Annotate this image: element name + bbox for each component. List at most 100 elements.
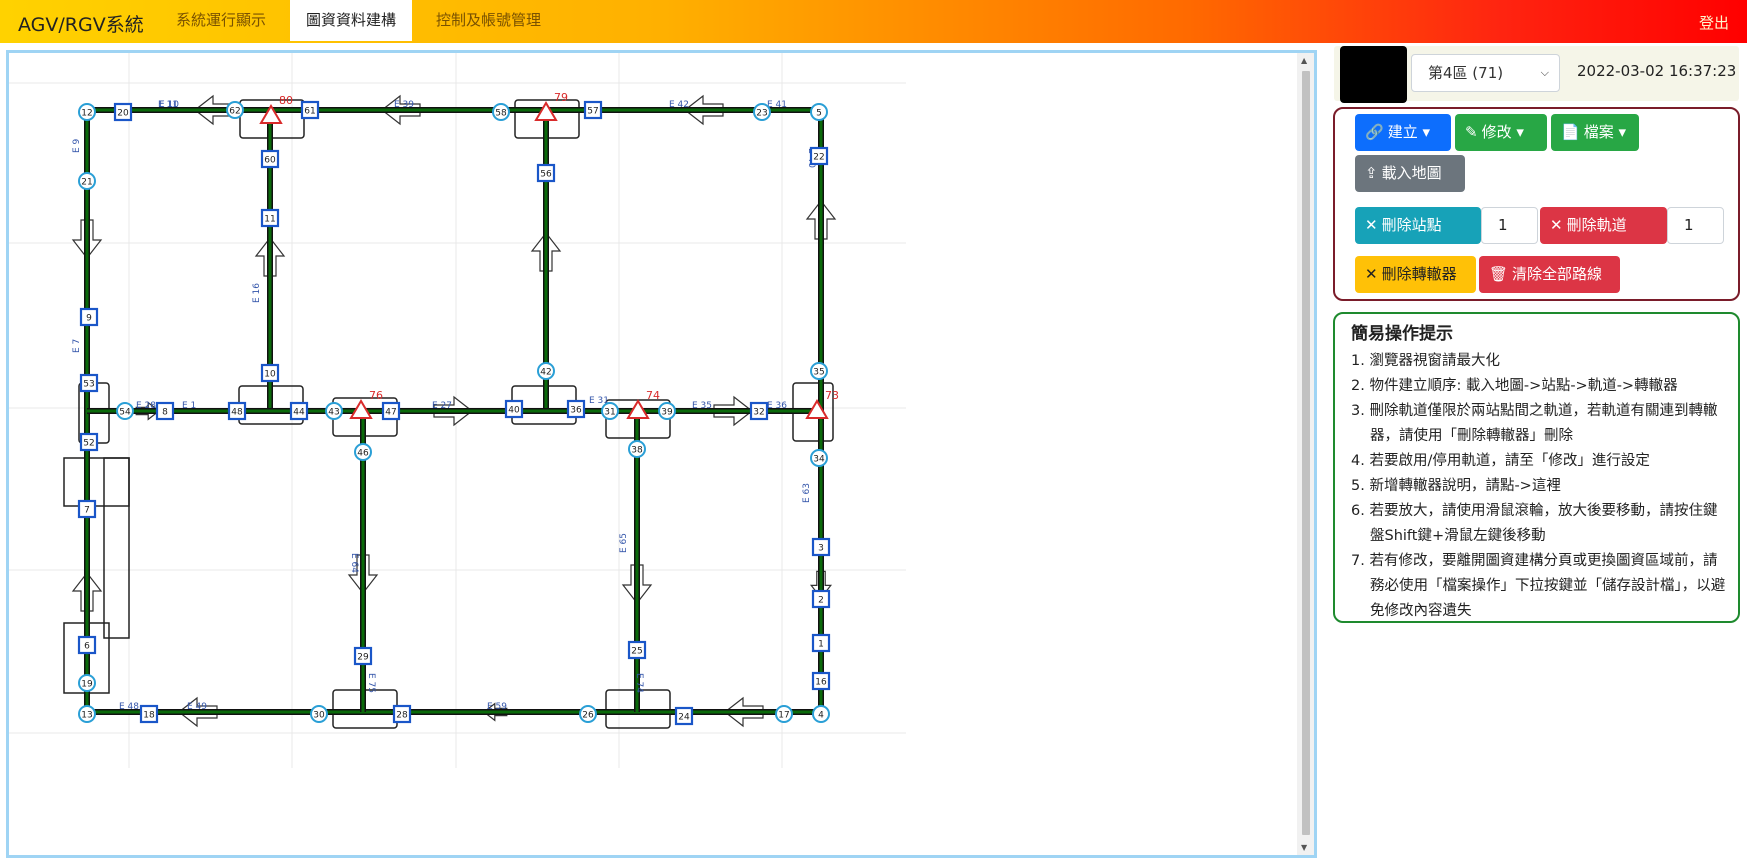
map-station[interactable]: 36 — [566, 399, 586, 419]
pencil-icon: ✎ — [1465, 123, 1478, 141]
map-node[interactable]: 30 — [310, 705, 328, 723]
delete-track-id-input[interactable]: 1 — [1667, 207, 1724, 244]
delete-converter-button[interactable]: ✕ 刪除轉轍器 — [1355, 256, 1476, 293]
edge-label: E 74 — [634, 673, 644, 693]
map-node[interactable]: 12 — [78, 103, 96, 121]
map-station[interactable]: 18 — [139, 704, 159, 724]
map-node[interactable]: 5 — [810, 103, 828, 121]
map-station[interactable]: 24 — [674, 706, 694, 726]
map-station[interactable]: 48 — [227, 401, 247, 421]
map-station[interactable]: 44 — [289, 401, 309, 421]
map-node[interactable]: 19 — [78, 674, 96, 692]
edge-label: E 64 — [349, 553, 359, 573]
node-label: 5 — [816, 109, 822, 119]
map-node[interactable]: 4 — [812, 705, 830, 723]
map-station[interactable]: 1 — [811, 633, 831, 653]
map-station[interactable]: 10 — [260, 363, 280, 383]
map-node[interactable]: 38 — [628, 440, 646, 458]
hint-item[interactable]: 5. 新增轉轍器說明，請點->這裡 — [1351, 474, 1728, 499]
map-station[interactable]: 53 — [79, 373, 99, 393]
map-station[interactable]: 60 — [260, 149, 280, 169]
delete-track-button[interactable]: ✕ 刪除軌道 — [1540, 207, 1667, 244]
station-label: 44 — [293, 408, 305, 418]
clear-all-routes-button[interactable]: 🗑 清除全部路線 — [1479, 256, 1620, 293]
converter-label: 79 — [554, 91, 568, 104]
map-node[interactable]: 42 — [537, 362, 555, 380]
map-station[interactable]: 25 — [627, 640, 647, 660]
delete-station-id-input[interactable]: 1 — [1481, 207, 1538, 244]
app-brand[interactable]: AGV/RGV系統 — [18, 10, 144, 37]
x-icon: ✕ — [1365, 265, 1378, 283]
map-station[interactable]: 40 — [504, 399, 524, 419]
station-label: 10 — [264, 370, 276, 380]
create-dropdown-button[interactable]: 🔗 建立 ▾ — [1355, 114, 1451, 151]
trash-icon: 🗑 — [1489, 265, 1509, 283]
map-node[interactable]: 39 — [658, 402, 676, 420]
hint-item: 2. 物件建立順序: 載入地圖->站點->軌道->轉轍器 — [1351, 378, 1678, 394]
edit-button-label: 修改 — [1481, 123, 1512, 141]
map-canvas[interactable]: E 10 E 11 E 39 E 42 E 41 E 9E 16 E 7E 28 E 1E 2… — [6, 50, 1317, 858]
logout-link[interactable]: 登出 — [1699, 12, 1729, 33]
map-station[interactable]: 56 — [536, 163, 556, 183]
map-node[interactable]: 54 — [116, 402, 134, 420]
load-map-label: 載入地圖 — [1381, 164, 1442, 182]
edge-label: E 28 — [136, 401, 156, 411]
map-station[interactable]: 20 — [113, 102, 133, 122]
edge-label: E 16 — [252, 283, 262, 303]
nav-control-account[interactable]: 控制及帳號管理 — [420, 0, 557, 41]
scroll-thumb[interactable] — [1302, 71, 1310, 835]
map-node[interactable]: 43 — [325, 402, 343, 420]
map-scrollbar[interactable]: ▲ ▼ — [1297, 53, 1314, 855]
map-node[interactable]: 26 — [579, 705, 597, 723]
scroll-up-icon[interactable]: ▲ — [1301, 56, 1307, 65]
map-station[interactable]: 32 — [749, 401, 769, 421]
map-station[interactable]: 28 — [392, 704, 412, 724]
map-station[interactable]: 29 — [353, 646, 373, 666]
map-station[interactable]: 9 — [79, 307, 99, 327]
hint-item: 4. 若要啟用/停用軌道，請至「修改」進行設定 — [1351, 453, 1650, 469]
map-node[interactable]: 34 — [810, 449, 828, 467]
edge-label: E 39 — [394, 100, 414, 110]
node-label: 31 — [604, 408, 615, 418]
edit-dropdown-button[interactable]: ✎ 修改 ▾ — [1455, 114, 1547, 151]
tools-panel: 🔗 建立 ▾ ✎ 修改 ▾ 📄 檔案 ▾ ⇪ 載入地圖 ✕ 刪除站點 1 ✕ 刪除軌道 1 … — [1333, 107, 1740, 301]
file-dropdown-button[interactable]: 📄 檔案 ▾ — [1551, 114, 1639, 151]
map-station[interactable]: 16 — [811, 671, 831, 691]
map-node[interactable]: 62 — [226, 101, 244, 119]
map-node[interactable]: 58 — [492, 103, 510, 121]
station-label: 9 — [86, 314, 92, 324]
edge-label: E 9 — [72, 138, 82, 153]
map-station[interactable]: 2 — [811, 589, 831, 609]
scroll-down-icon[interactable]: ▼ — [1301, 843, 1307, 852]
map-station[interactable]: 57 — [583, 100, 603, 120]
map-station[interactable]: 11 — [260, 208, 280, 228]
delete-station-button[interactable]: ✕ 刪除站點 — [1355, 207, 1481, 244]
map-station[interactable]: 52 — [79, 432, 99, 452]
map-node[interactable]: 17 — [775, 705, 793, 723]
nav-map-data-build[interactable]: 圖資資料建構 — [290, 0, 413, 41]
map-node[interactable]: 23 — [753, 103, 771, 121]
map-station[interactable]: 7 — [77, 499, 97, 519]
map-station[interactable]: 8 — [155, 401, 175, 421]
converter-label: 74 — [646, 389, 660, 402]
nav-system-operation[interactable]: 系統運行顯示 — [160, 0, 282, 41]
load-map-button[interactable]: ⇪ 載入地圖 — [1355, 155, 1465, 192]
map-node[interactable]: 21 — [78, 172, 96, 190]
map-node[interactable]: 46 — [354, 443, 372, 461]
map-station[interactable]: 61 — [300, 100, 320, 120]
zone-select[interactable]: 第4區 (71) ⌵ — [1411, 54, 1560, 92]
hints-list: 1. 瀏覽器視窗請最大化 2. 物件建立順序: 載入地圖->站點->軌道->轉轍… — [1351, 349, 1728, 624]
node-label: 17 — [778, 711, 789, 721]
top-navbar: AGV/RGV系統 系統運行顯示 圖資資料建構 控制及帳號管理 登出 — [0, 0, 1747, 43]
map-node[interactable]: 13 — [78, 705, 96, 723]
map-station[interactable]: 3 — [811, 537, 831, 557]
map-station[interactable]: 22 — [809, 146, 829, 166]
map-node[interactable]: 35 — [810, 362, 828, 380]
map-node[interactable]: 31 — [601, 402, 619, 420]
file-icon: 📄 — [1561, 123, 1580, 141]
map-station[interactable]: 6 — [77, 635, 97, 655]
map-station[interactable]: 47 — [381, 401, 401, 421]
node-label: 42 — [540, 368, 551, 378]
station-label: 56 — [540, 170, 552, 180]
map-drawing[interactable]: E 10E 11 E 39 E 42 E 41E 9E 16E 7E 28 E 1E 2… — [9, 53, 1299, 855]
